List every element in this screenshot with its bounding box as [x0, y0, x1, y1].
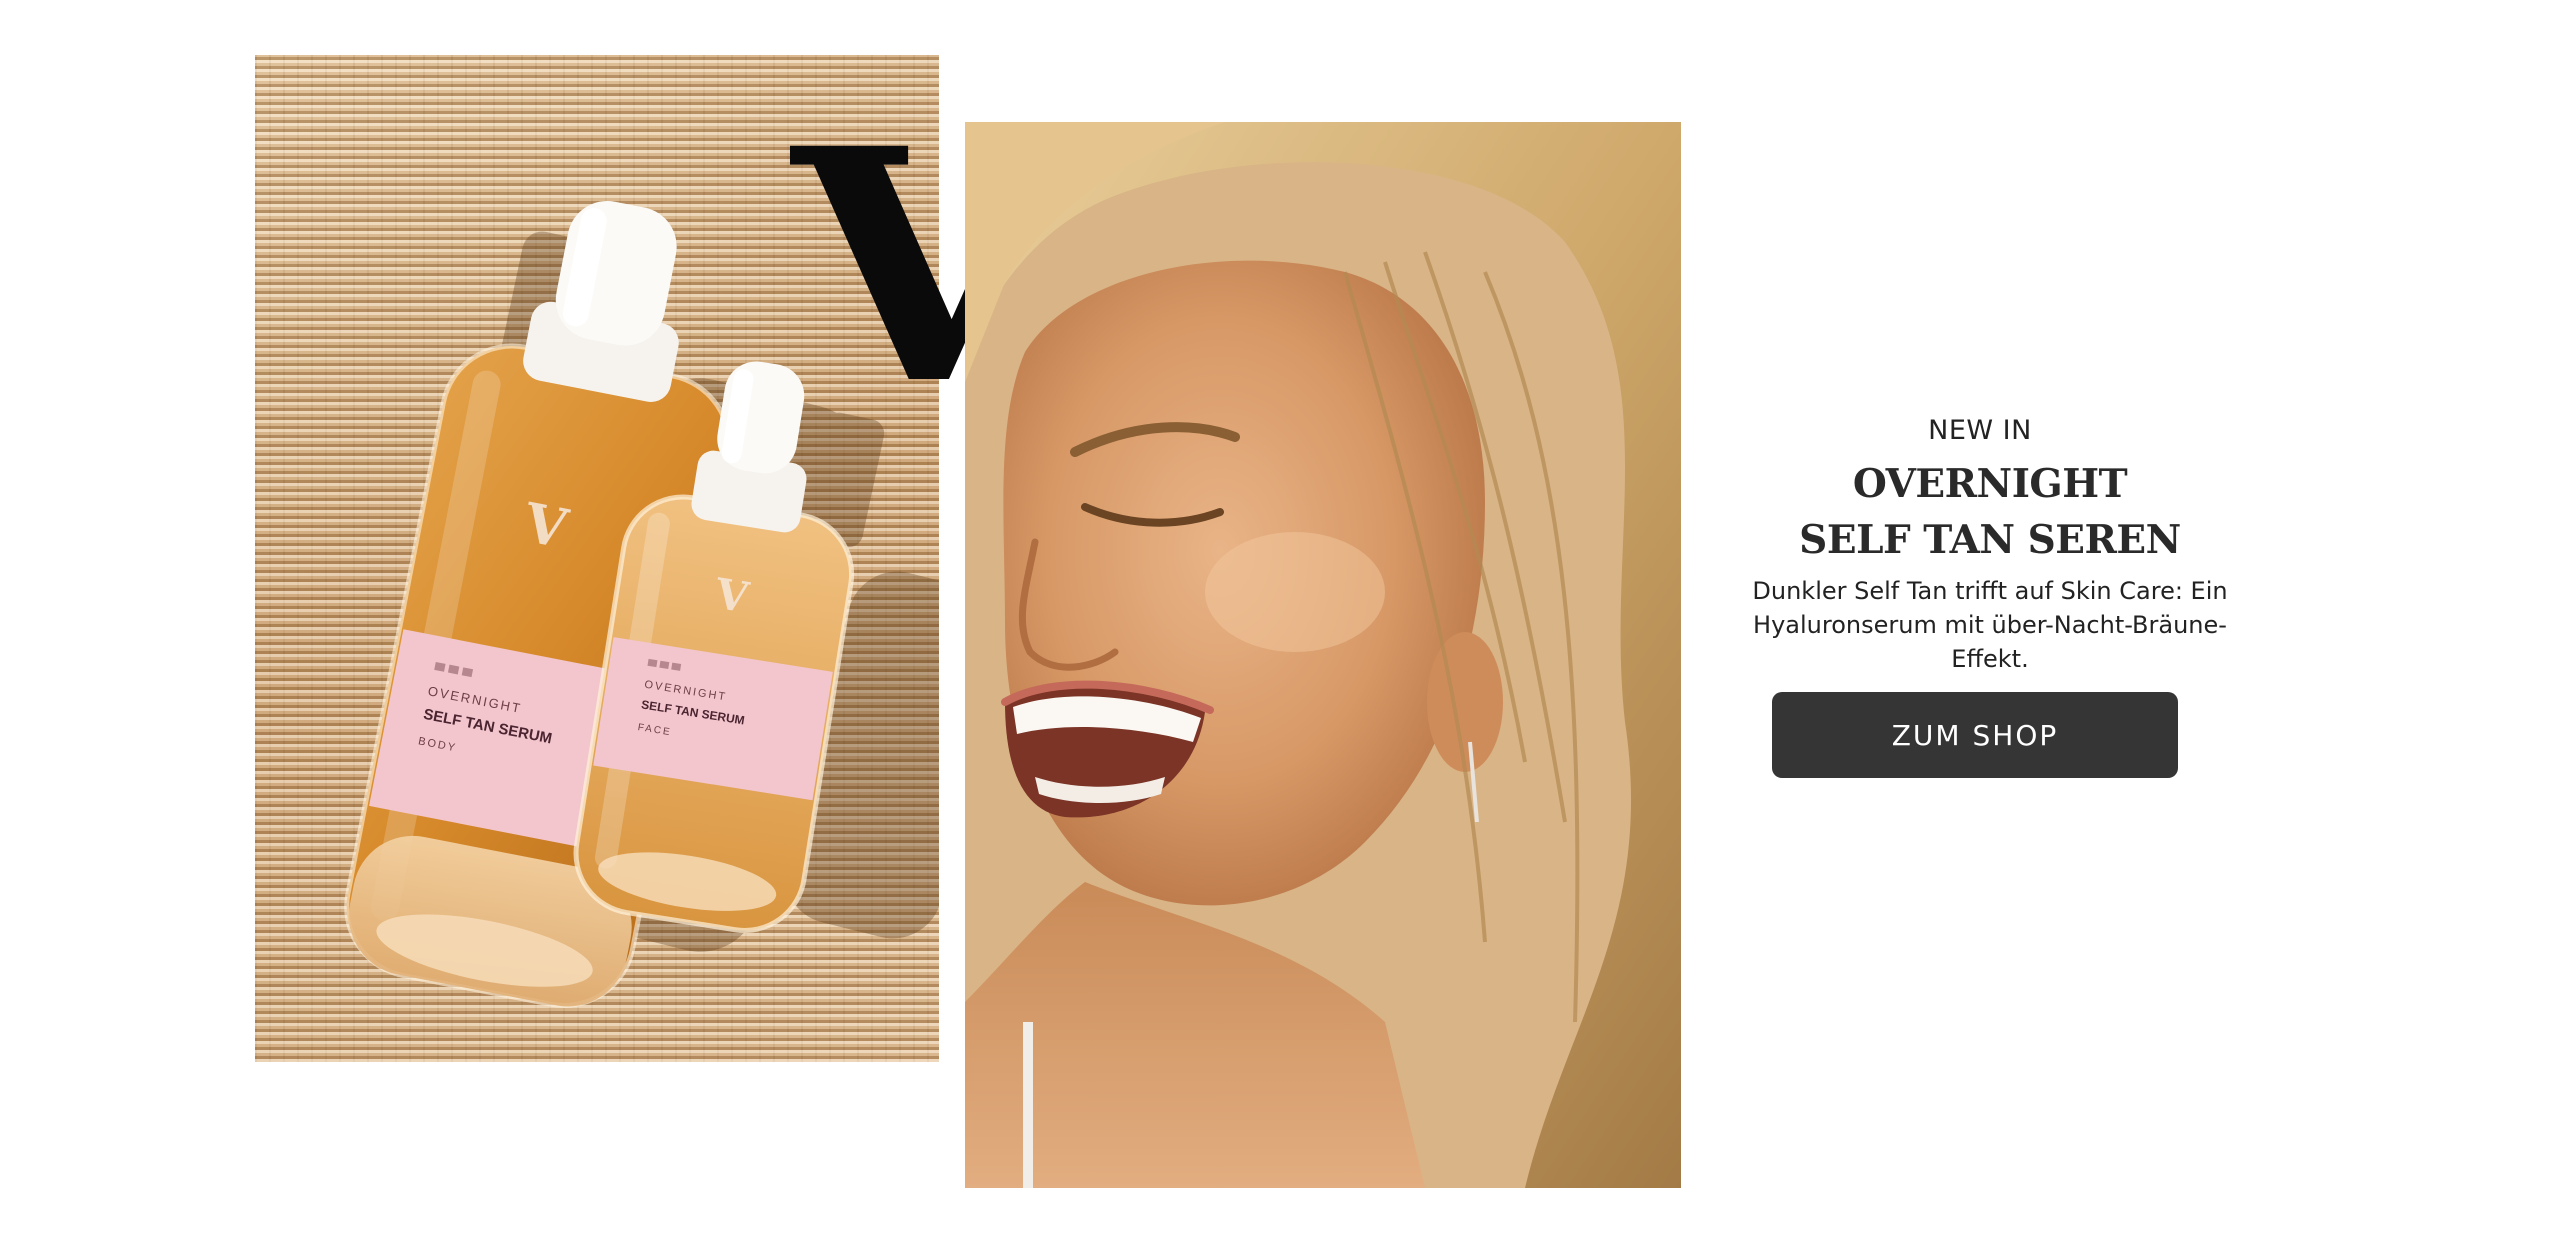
promo-headline-line2: SELF TAN SEREN: [1799, 517, 2181, 563]
promo-headline-line1: OVERNIGHT: [1852, 461, 2128, 507]
promo-eyebrow: NEW IN: [1928, 415, 2032, 446]
promo-headline: OVERNIGHT SELF TAN SEREN: [1740, 456, 2240, 568]
laughing-woman-illustration: [965, 122, 1681, 1188]
model-photo: [965, 122, 1681, 1188]
promo-block: NEW IN OVERNIGHT SELF TAN SEREN Dunkler …: [1740, 415, 2240, 778]
promo-description: Dunkler Self Tan trifft auf Skin Care: E…: [1752, 577, 2228, 673]
shop-button[interactable]: ZUM SHOP: [1772, 692, 2178, 778]
